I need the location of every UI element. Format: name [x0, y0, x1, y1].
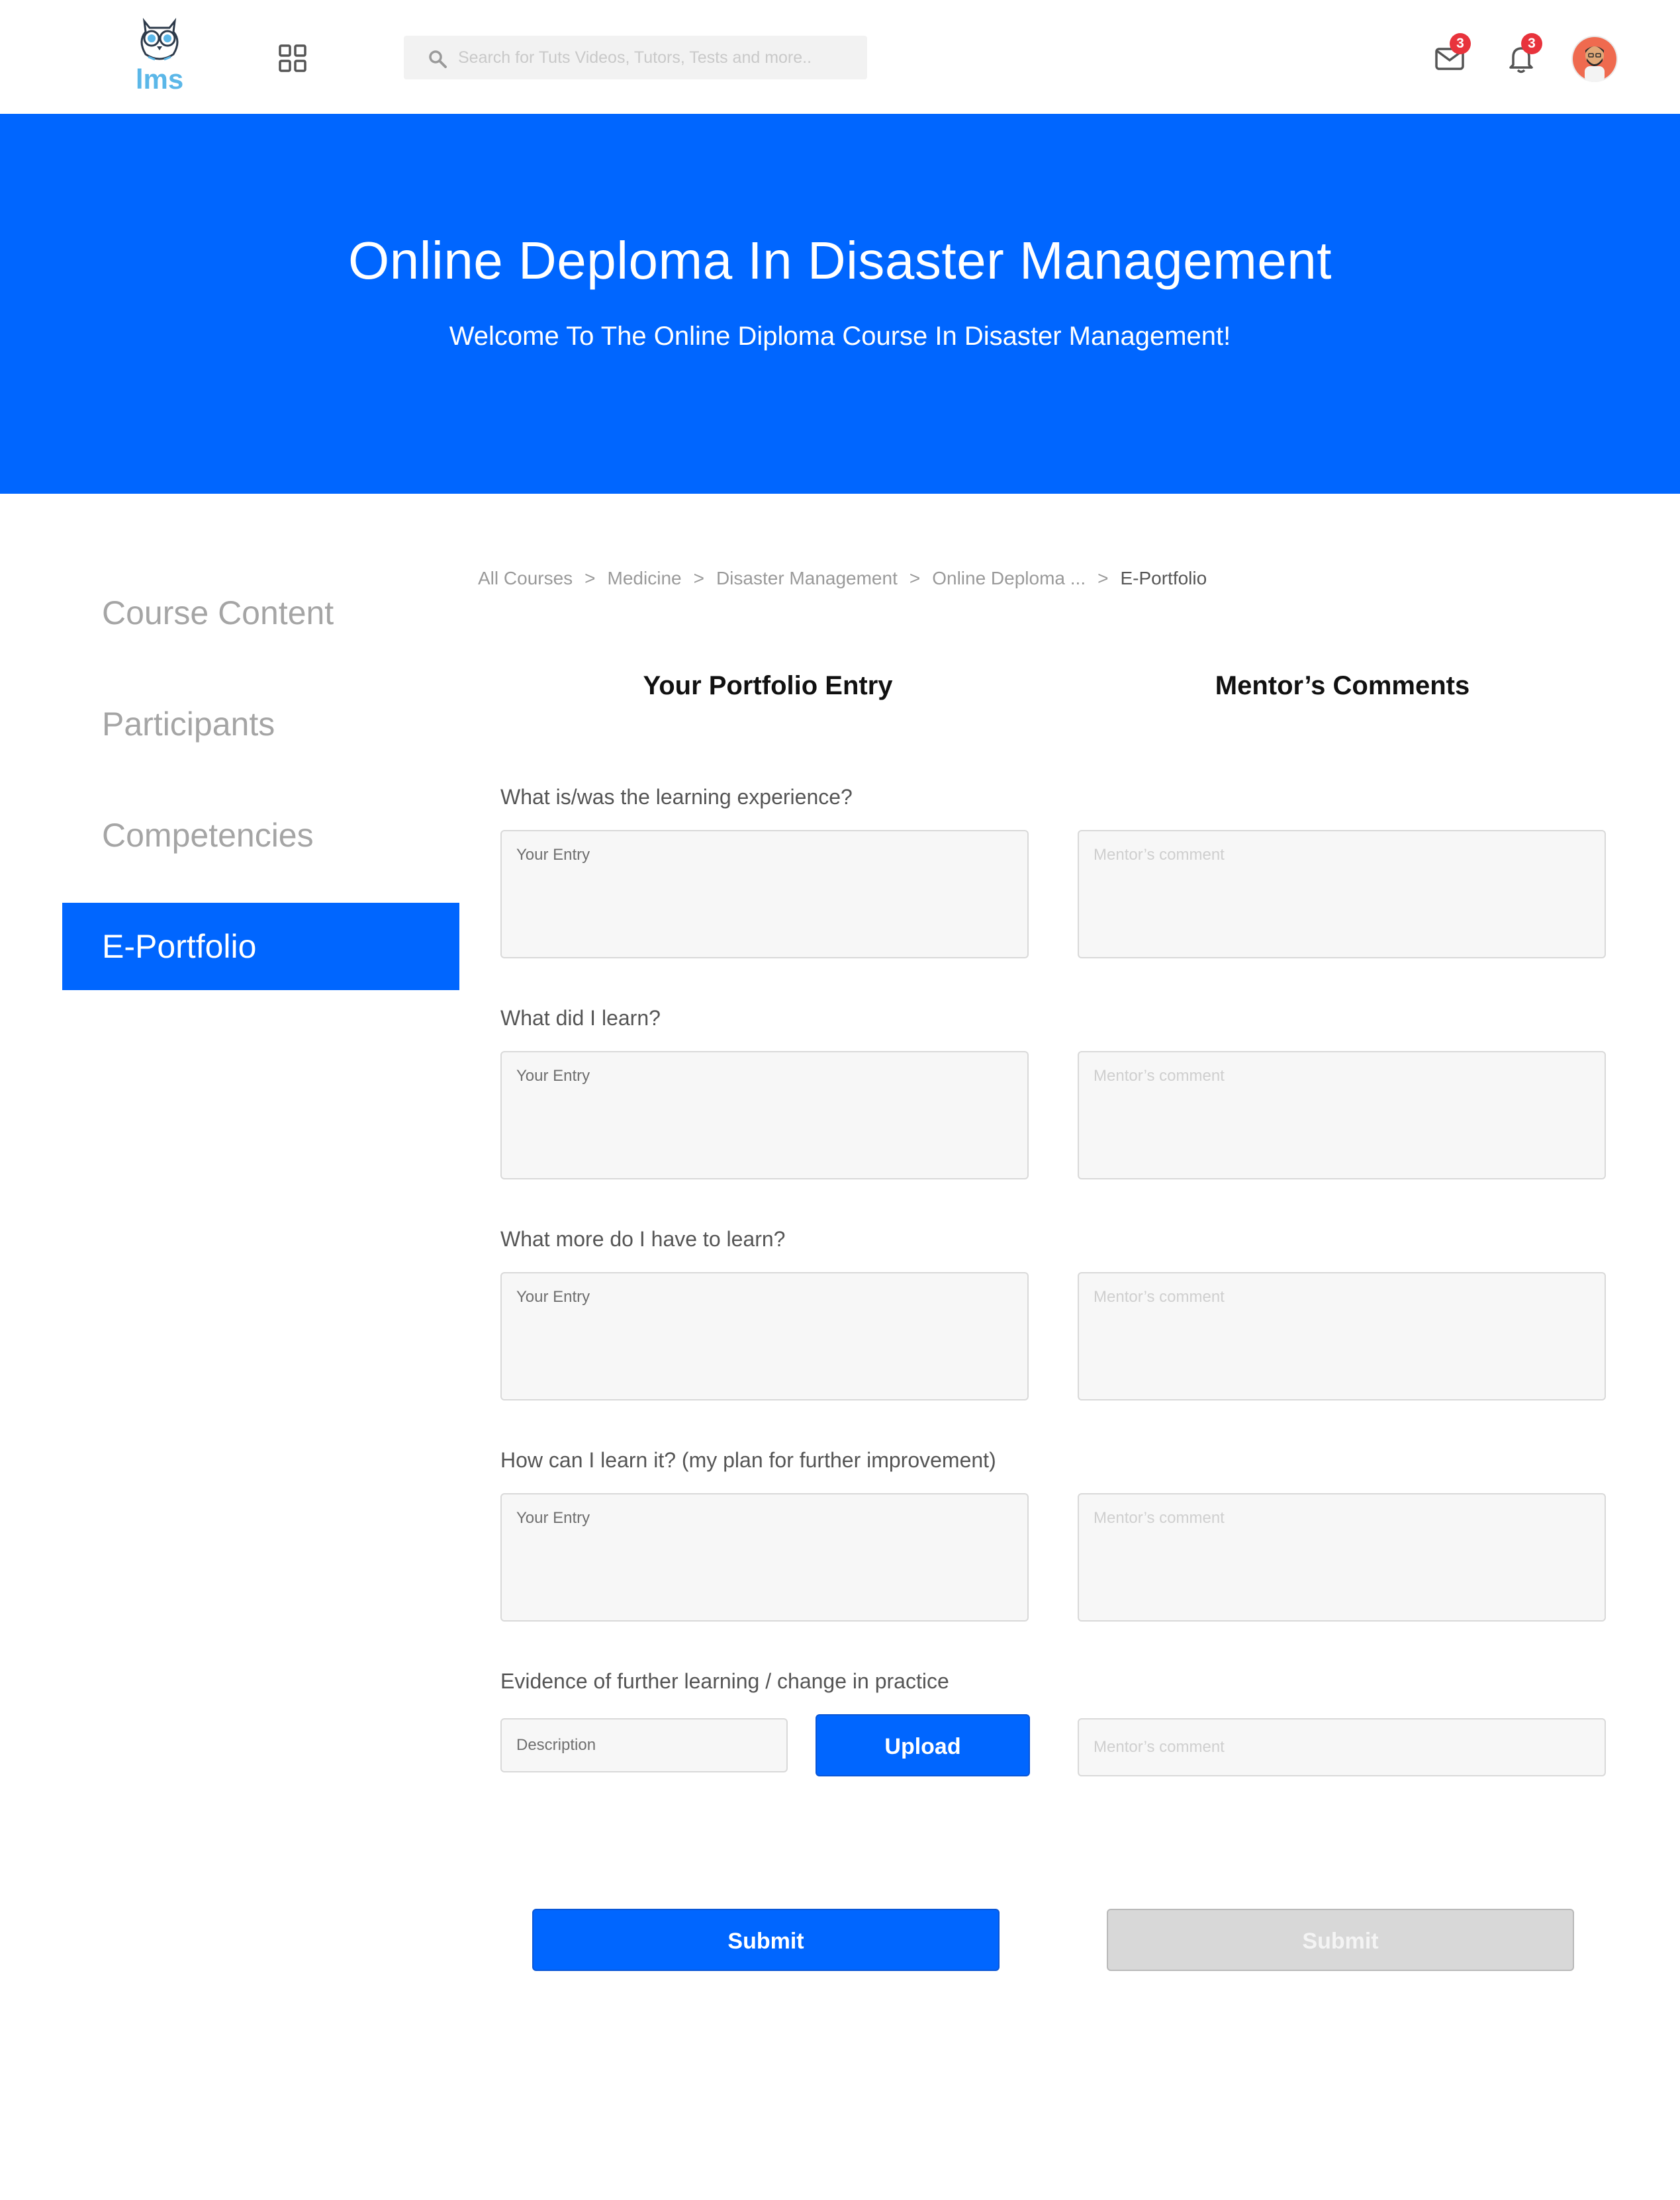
- course-hero-banner: Online Deploma In Disaster Management We…: [0, 114, 1680, 494]
- portfolio-entry-heading: Your Portfolio Entry: [643, 671, 893, 700]
- breadcrumb: All Courses > Medicine > Disaster Management…: [478, 568, 1207, 589]
- entry-field-learning-experience[interactable]: [500, 830, 1029, 958]
- question-what-more-to-learn: What more do I have to learn?: [500, 1227, 786, 1251]
- breadcrumb-disaster-management[interactable]: Disaster Management: [716, 568, 898, 589]
- submit-mentor-comments-button[interactable]: Submit: [1107, 1909, 1574, 1971]
- mentor-comment-evidence[interactable]: [1078, 1718, 1606, 1776]
- lms-logo[interactable]: lms: [130, 17, 189, 97]
- entry-field-what-did-i-learn[interactable]: [500, 1051, 1029, 1179]
- logo-text: lms: [135, 64, 184, 95]
- breadcrumb-separator: >: [909, 568, 921, 588]
- question-evidence: Evidence of further learning / change in…: [500, 1669, 949, 1693]
- sidebar-item-participants[interactable]: Participants: [62, 680, 459, 768]
- mentor-comment-what-did-i-learn[interactable]: [1078, 1051, 1606, 1179]
- question-how-can-i-learn: How can I learn it? (my plan for further…: [500, 1448, 996, 1472]
- breadcrumb-online-deploma[interactable]: Online Deploma ...: [932, 568, 1086, 589]
- entry-field-what-more-to-learn[interactable]: [500, 1272, 1029, 1400]
- upload-button[interactable]: Upload: [816, 1714, 1030, 1776]
- breadcrumb-separator: >: [693, 568, 704, 588]
- user-avatar[interactable]: [1571, 36, 1618, 82]
- top-navigation-bar: lms 3 3: [0, 0, 1680, 114]
- evidence-description-input[interactable]: [500, 1718, 788, 1772]
- breadcrumb-e-portfolio: E-Portfolio: [1120, 568, 1207, 588]
- search-input[interactable]: [458, 36, 855, 79]
- question-what-did-i-learn: What did I learn?: [500, 1006, 661, 1030]
- sidebar-item-competencies[interactable]: Competencies: [62, 792, 459, 879]
- mentor-comments-heading: Mentor’s Comments: [1215, 671, 1470, 700]
- search-icon: [428, 49, 447, 69]
- breadcrumb-all-courses[interactable]: All Courses: [478, 568, 573, 589]
- bell-notification-badge: 3: [1521, 33, 1542, 54]
- submit-entry-button[interactable]: Submit: [532, 1909, 1000, 1971]
- sidebar-item-e-portfolio[interactable]: E-Portfolio: [62, 903, 459, 990]
- mentor-comment-learning-experience[interactable]: [1078, 830, 1606, 958]
- breadcrumb-separator: >: [1097, 568, 1109, 588]
- breadcrumb-separator: >: [584, 568, 596, 588]
- entry-field-how-can-i-learn[interactable]: [500, 1493, 1029, 1622]
- mentor-comment-what-more-to-learn[interactable]: [1078, 1272, 1606, 1400]
- apps-grid-icon[interactable]: [278, 44, 307, 73]
- breadcrumb-medicine[interactable]: Medicine: [608, 568, 682, 589]
- mail-notification-badge: 3: [1450, 33, 1471, 54]
- owl-logo-icon: [140, 17, 179, 61]
- course-subtitle: Welcome To The Online Diploma Course In …: [449, 322, 1231, 351]
- question-learning-experience: What is/was the learning experience?: [500, 785, 853, 809]
- course-title: Online Deploma In Disaster Management: [348, 231, 1332, 290]
- search-bar: [404, 36, 867, 79]
- mentor-comment-how-can-i-learn[interactable]: [1078, 1493, 1606, 1622]
- sidebar-item-course-content[interactable]: Course Content: [62, 569, 459, 657]
